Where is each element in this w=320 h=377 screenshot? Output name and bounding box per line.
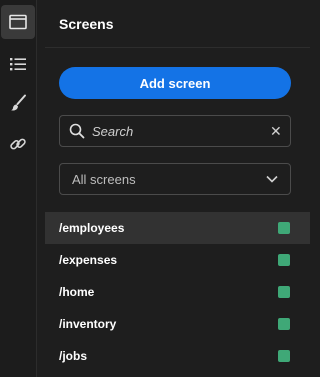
icon-rail xyxy=(0,0,37,377)
list-item[interactable]: /jobs xyxy=(45,340,310,372)
screen-filter-select[interactable]: All screens xyxy=(59,163,291,195)
screen-label: /jobs xyxy=(59,349,88,363)
link-icon xyxy=(9,135,27,153)
status-indicator xyxy=(278,254,290,266)
search-icon xyxy=(69,123,85,139)
select-value: All screens xyxy=(72,171,136,187)
screens-list: /employees /expenses /home /inventory /j… xyxy=(45,212,310,372)
search-input[interactable] xyxy=(92,123,270,139)
list-item[interactable]: /inventory xyxy=(45,308,310,340)
status-indicator xyxy=(278,318,290,330)
clear-icon[interactable]: ✕ xyxy=(270,124,282,138)
styles-tab-button[interactable] xyxy=(1,86,35,120)
screen-label: /home xyxy=(59,285,95,299)
paint-brush-icon xyxy=(9,94,27,112)
list-item[interactable]: /employees xyxy=(45,212,310,244)
links-tab-button[interactable] xyxy=(1,127,35,161)
screen-label: /employees xyxy=(59,221,125,235)
screens-tab-button[interactable] xyxy=(1,5,35,39)
list-icon xyxy=(9,56,27,72)
status-indicator xyxy=(278,350,290,362)
status-indicator xyxy=(278,286,290,298)
search-field[interactable]: ✕ xyxy=(59,115,291,147)
window-icon xyxy=(9,14,27,30)
list-item[interactable]: /expenses xyxy=(45,244,310,276)
panel-title: Screens xyxy=(59,16,114,32)
divider xyxy=(45,47,310,48)
screens-panel: Screens Add screen ✕ All screens /employ… xyxy=(45,0,310,377)
status-indicator xyxy=(278,222,290,234)
screen-label: /expenses xyxy=(59,253,118,267)
add-screen-button[interactable]: Add screen xyxy=(59,67,291,99)
chevron-down-icon xyxy=(266,175,278,183)
list-item[interactable]: /home xyxy=(45,276,310,308)
screen-label: /inventory xyxy=(59,317,117,331)
layers-tab-button[interactable] xyxy=(1,47,35,81)
